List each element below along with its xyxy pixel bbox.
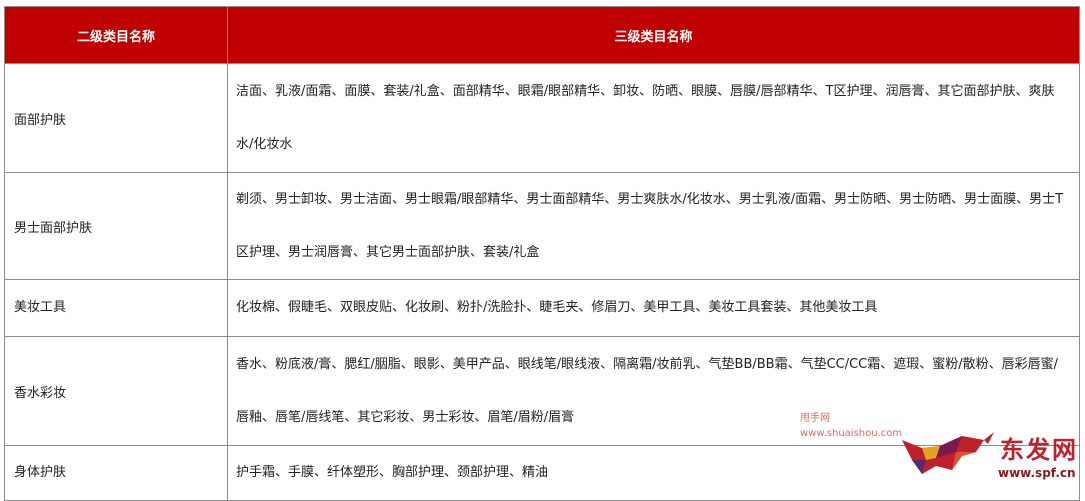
watermark-url: www.shuaishou.com [800,428,903,439]
subcategory-cell: 洁面、乳液/面霜、面膜、套装/礼盒、面部精华、眼霜/眼部精华、卸妆、防晒、眼膜、… [227,63,1080,173]
table-row: 美妆工具 化妆棉、假睫毛、双眼皮贴、化妆刷、粉扑/洗脸扑、睫毛夹、修眉刀、美甲工… [4,279,1080,337]
category-cell: 美妆工具 [4,279,228,337]
subcategory-cell: 化妆棉、假睫毛、双眼皮贴、化妆刷、粉扑/洗脸扑、睫毛夹、修眉刀、美甲工具、美妆工… [227,279,1080,337]
subcategory-cell: 剃须、男士卸妆、男士洁面、男士眼霜/眼部精华、男士面部精华、男士爽肤水/化妆水、… [227,172,1080,280]
category-cell: 面部护肤 [4,63,228,173]
table-row: 男士面部护肤 剃须、男士卸妆、男士洁面、男士眼霜/眼部精华、男士面部精华、男士爽… [4,172,1080,280]
category-cell: 香水彩妆 [4,336,228,446]
logo-url: www.spf.cn [998,466,1076,480]
table-row: 面部护肤 洁面、乳液/面霜、面膜、套装/礼盒、面部精华、眼霜/眼部精华、卸妆、防… [4,63,1080,173]
logo-text: 东发网 [1000,435,1078,464]
bull-logo-icon [902,432,994,474]
category-cell: 男士面部护肤 [4,172,228,280]
table-header-row: 二级类目名称 三级类目名称 [4,6,1080,64]
watermark-title: 甩手网 [800,413,830,424]
header-level3: 三级类目名称 [227,6,1080,64]
header-level2: 二级类目名称 [4,6,228,64]
category-cell: 身体护肤 [4,445,228,501]
